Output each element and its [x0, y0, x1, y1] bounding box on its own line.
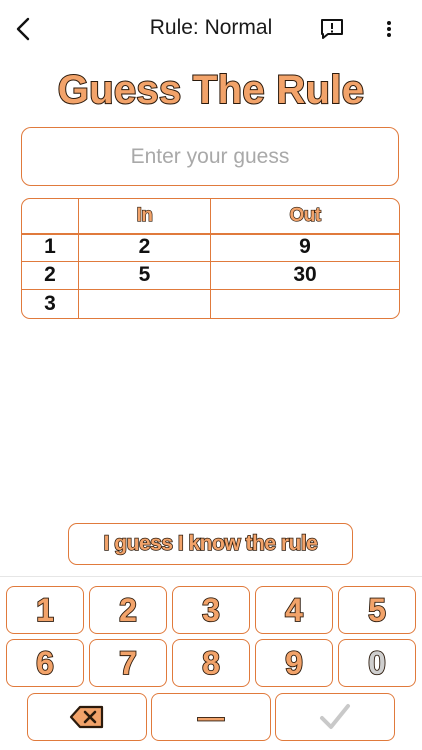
row-index: 2 — [22, 261, 79, 289]
table-row: 3 — [22, 289, 399, 318]
key-6[interactable]: 6 — [6, 639, 84, 687]
key-9[interactable]: 9 — [255, 639, 333, 687]
key-0[interactable]: 0 — [338, 639, 416, 687]
key-7[interactable]: 7 — [89, 639, 167, 687]
backspace-icon — [69, 705, 104, 729]
key-4[interactable]: 4 — [255, 586, 333, 634]
row-index: 1 — [22, 233, 79, 261]
out-value — [211, 289, 399, 318]
out-value: 9 — [299, 235, 311, 258]
table-header-row: In Out — [22, 199, 399, 235]
header-in-cell: In — [79, 199, 211, 233]
know-rule-label: I guess I know the rule — [103, 531, 319, 556]
minus-key[interactable]: — — [151, 693, 271, 741]
in-value: 5 — [79, 261, 211, 289]
in-value: 2 — [79, 233, 211, 261]
more-vertical-icon — [387, 21, 391, 37]
row-index: 3 — [22, 289, 79, 318]
in-value[interactable] — [79, 289, 211, 318]
out-value: 30 — [293, 263, 317, 286]
guess-field[interactable] — [21, 127, 399, 186]
feedback-icon — [321, 19, 343, 39]
checkmark-icon — [320, 704, 350, 729]
keypad-divider — [0, 576, 422, 577]
table-row: 2 5 30 — [22, 261, 399, 290]
know-rule-button[interactable]: I guess I know the rule — [68, 523, 353, 565]
key-8[interactable]: 8 — [172, 639, 250, 687]
guess-input[interactable] — [22, 143, 398, 170]
page-title: Rule: Normal — [149, 16, 273, 39]
more-options-button[interactable] — [378, 15, 400, 43]
feedback-button[interactable] — [318, 15, 346, 43]
backspace-button[interactable] — [27, 693, 147, 741]
header-index-cell — [22, 199, 79, 233]
header-out-cell: Out — [289, 204, 322, 226]
key-3[interactable]: 3 — [172, 586, 250, 634]
key-5[interactable]: 5 — [338, 586, 416, 634]
key-1[interactable]: 1 — [6, 586, 84, 634]
game-heading: Guess The Rule — [57, 67, 365, 113]
key-2[interactable]: 2 — [89, 586, 167, 634]
table-row: 1 2 9 — [22, 233, 399, 262]
submit-button[interactable] — [275, 693, 395, 741]
in-out-table: In Out 1 2 9 2 5 30 3 — [21, 198, 400, 319]
